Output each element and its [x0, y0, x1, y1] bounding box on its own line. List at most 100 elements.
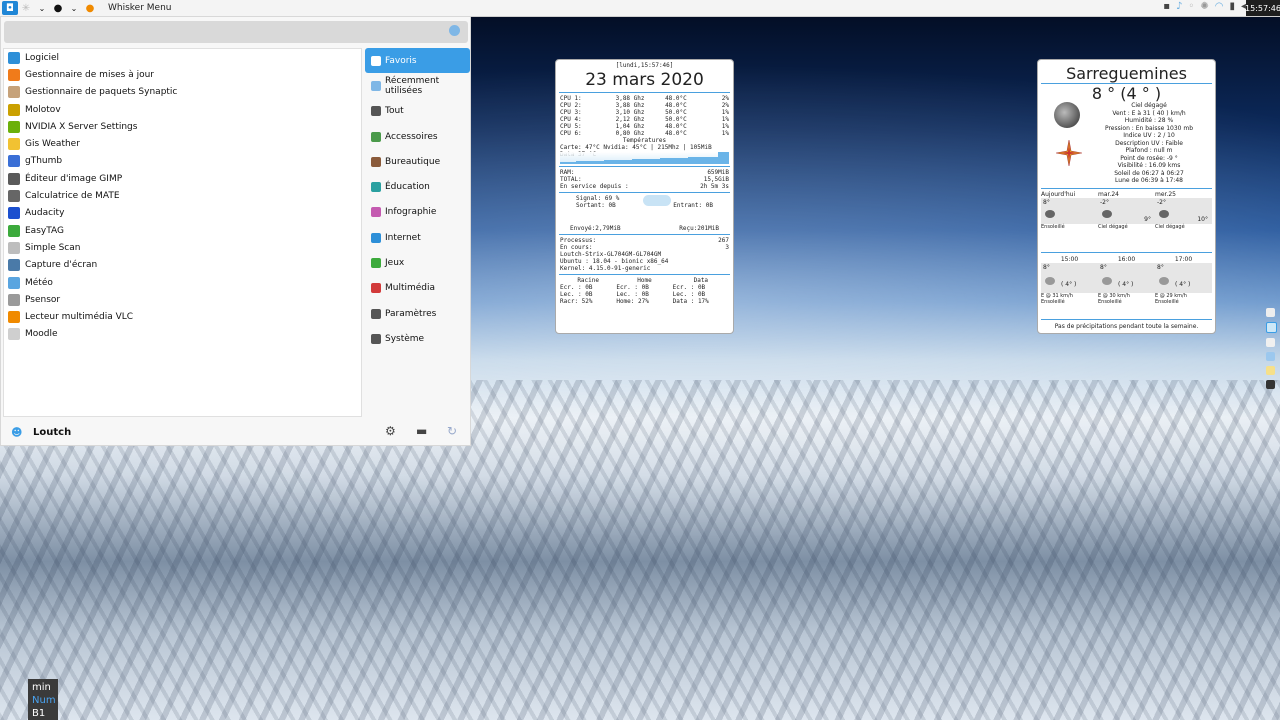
app-item[interactable]: Audacity — [4, 205, 361, 222]
weather-detail: Point de rosée: -9 ° — [1120, 154, 1178, 162]
category-item[interactable]: Multimédia — [365, 276, 470, 301]
launcher-icon[interactable]: ● — [50, 1, 66, 15]
cpu-temp: 50.0°C — [665, 116, 687, 123]
category-item[interactable]: Récemment utilisées — [365, 73, 470, 98]
category-item[interactable]: Tout — [365, 99, 470, 124]
category-item[interactable]: Accessoires — [365, 124, 470, 149]
logout-icon[interactable]: ↻ — [447, 424, 461, 438]
app-item[interactable]: Psensor — [4, 291, 361, 308]
category-item[interactable]: Système — [365, 326, 470, 351]
app-item[interactable]: Météo — [4, 274, 361, 291]
network-toggle[interactable] — [643, 195, 672, 206]
app-icon — [8, 138, 20, 151]
window-title: Whisker Menu — [108, 3, 172, 13]
note-icon[interactable] — [1266, 338, 1275, 347]
category-item[interactable]: Favoris — [365, 48, 470, 74]
weather-condition-icon — [1045, 277, 1055, 285]
weather-sun-icon[interactable]: ✺ — [1200, 1, 1208, 12]
app-item[interactable]: Moodle — [4, 326, 361, 343]
settings-icon[interactable]: ⚙ — [385, 424, 399, 438]
temps-value: Carte: 47°C Nvidia: 45°C | 215Mhz | 105M… — [560, 144, 712, 158]
day-cell: -2° 10° — [1155, 198, 1212, 224]
weather-detail: Ciel dégagé — [1131, 102, 1167, 109]
app-item[interactable]: Éditeur d'image GIMP — [4, 170, 361, 187]
ram-row: RAM: 659MiB — [560, 169, 729, 176]
running-row: En cours: 3 — [560, 244, 729, 251]
lock-keys-indicator: min Num B1 — [28, 679, 58, 720]
clock[interactable]: 15:57:46 — [1245, 0, 1280, 16]
category-icon — [371, 182, 381, 193]
category-label: Bureautique — [385, 156, 441, 167]
app-icon — [8, 207, 20, 220]
category-item[interactable]: Paramètres — [365, 301, 470, 326]
app-item[interactable]: Calculatrice de MATE — [4, 187, 361, 204]
wifi-icon[interactable]: ◠ — [1215, 1, 1224, 12]
chevron-down-icon[interactable]: ⌄ — [66, 1, 82, 15]
bell-icon[interactable]: ♪ — [1176, 1, 1182, 12]
weather-condition-icon — [1102, 277, 1112, 285]
category-label: Accessoires — [385, 131, 438, 142]
app-item[interactable]: gThumb — [4, 153, 361, 170]
system-icon[interactable]: ✳ — [18, 1, 34, 15]
search-input[interactable] — [4, 21, 468, 43]
day-cell: 8° — [1041, 198, 1098, 224]
system-monitor-widget: [lundi,15:57:46] 23 mars 2020 CPU 1: 3,88… — [555, 59, 734, 334]
cpu-temp: 48.0°C — [665, 102, 687, 109]
app-item[interactable]: Gis Weather — [4, 135, 361, 152]
app-label: NVIDIA X Server Settings — [25, 121, 138, 132]
app-item[interactable]: Capture d'écran — [4, 257, 361, 274]
cpu-load: 2% — [721, 102, 729, 109]
cpu-row: CPU 5: 1,04 Ghz 48.0°C 1% — [556, 123, 733, 130]
hour-feel: ( 4° ) — [1061, 281, 1077, 288]
cpu-temp: 48.0°C — [665, 130, 687, 137]
category-item[interactable]: Internet — [365, 225, 470, 250]
hour-desc-row: Ensoleillé Ensoleillé Ensoleillé — [1041, 299, 1212, 305]
app-item[interactable]: Gestionnaire de paquets Synaptic — [4, 84, 361, 101]
disk-usage: Racr: 52% — [560, 298, 593, 305]
disk-usage: Data : 17% — [672, 298, 709, 305]
window-icon[interactable] — [1266, 322, 1277, 333]
app-item[interactable]: Lecteur multimédia VLC — [4, 308, 361, 325]
transfer-row: Envoyé:2,79MiB Reçu:201MiB — [570, 225, 719, 232]
category-item[interactable]: Jeux — [365, 250, 470, 275]
bulb-icon[interactable] — [1266, 366, 1275, 375]
vlc-launcher-icon[interactable]: ● — [82, 1, 98, 15]
category-label: Tout — [385, 106, 404, 117]
disk-lec: Lec. : 0B — [672, 291, 706, 298]
app-item[interactable]: Gestionnaire de mises à jour — [4, 66, 361, 83]
battery-icon[interactable]: ▮ — [1229, 1, 1235, 12]
app-item[interactable]: Logiciel — [4, 49, 361, 66]
app-item[interactable]: Molotov — [4, 101, 361, 118]
lock-screen-icon[interactable]: ▬ — [416, 424, 430, 438]
disk-column: Home Ecr. : 0B Lec. : 0B Home: 27% — [616, 277, 672, 305]
app-item[interactable]: NVIDIA X Server Settings — [4, 118, 361, 135]
traffic-graph — [556, 209, 733, 225]
app-label: Gis Weather — [25, 139, 80, 150]
category-item[interactable]: Bureautique — [365, 149, 470, 174]
app-icon — [8, 259, 20, 272]
whisker-menu-button[interactable]: ◘ — [2, 1, 18, 15]
day-low: 9° — [1144, 216, 1151, 223]
divider — [1041, 319, 1212, 320]
shield-icon[interactable] — [1266, 380, 1275, 389]
category-item[interactable]: Infographie — [365, 200, 470, 225]
doc-icon[interactable] — [1266, 308, 1275, 317]
key-num: Num — [32, 695, 56, 706]
weather-detail: Vent : E à 31 ( 40 ) km/h — [1112, 109, 1186, 117]
app-item[interactable]: Simple Scan — [4, 239, 361, 256]
notification-icon[interactable]: ▪ — [1163, 1, 1170, 12]
app-icon — [8, 224, 20, 237]
cpu-freq: 2,12 Ghz — [615, 116, 645, 123]
app-item[interactable]: EasyTAG — [4, 222, 361, 239]
weather-icon[interactable] — [1266, 352, 1275, 361]
chevron-down-icon[interactable]: ⌄ — [34, 1, 50, 15]
cpu-freq: 1,04 Ghz — [615, 123, 645, 130]
category-item[interactable]: Éducation — [365, 174, 470, 199]
app-label: Calculatrice de MATE — [25, 191, 120, 202]
disk-name: Racine — [577, 277, 599, 284]
location-icon[interactable]: ◦ — [1188, 1, 1194, 12]
app-label: Lecteur multimédia VLC — [25, 312, 134, 323]
category-icon — [371, 283, 381, 294]
os-row: Ubuntu : 18.04 - bionic x86_64 — [560, 258, 669, 265]
city-name: Sarreguemines — [1066, 64, 1187, 83]
